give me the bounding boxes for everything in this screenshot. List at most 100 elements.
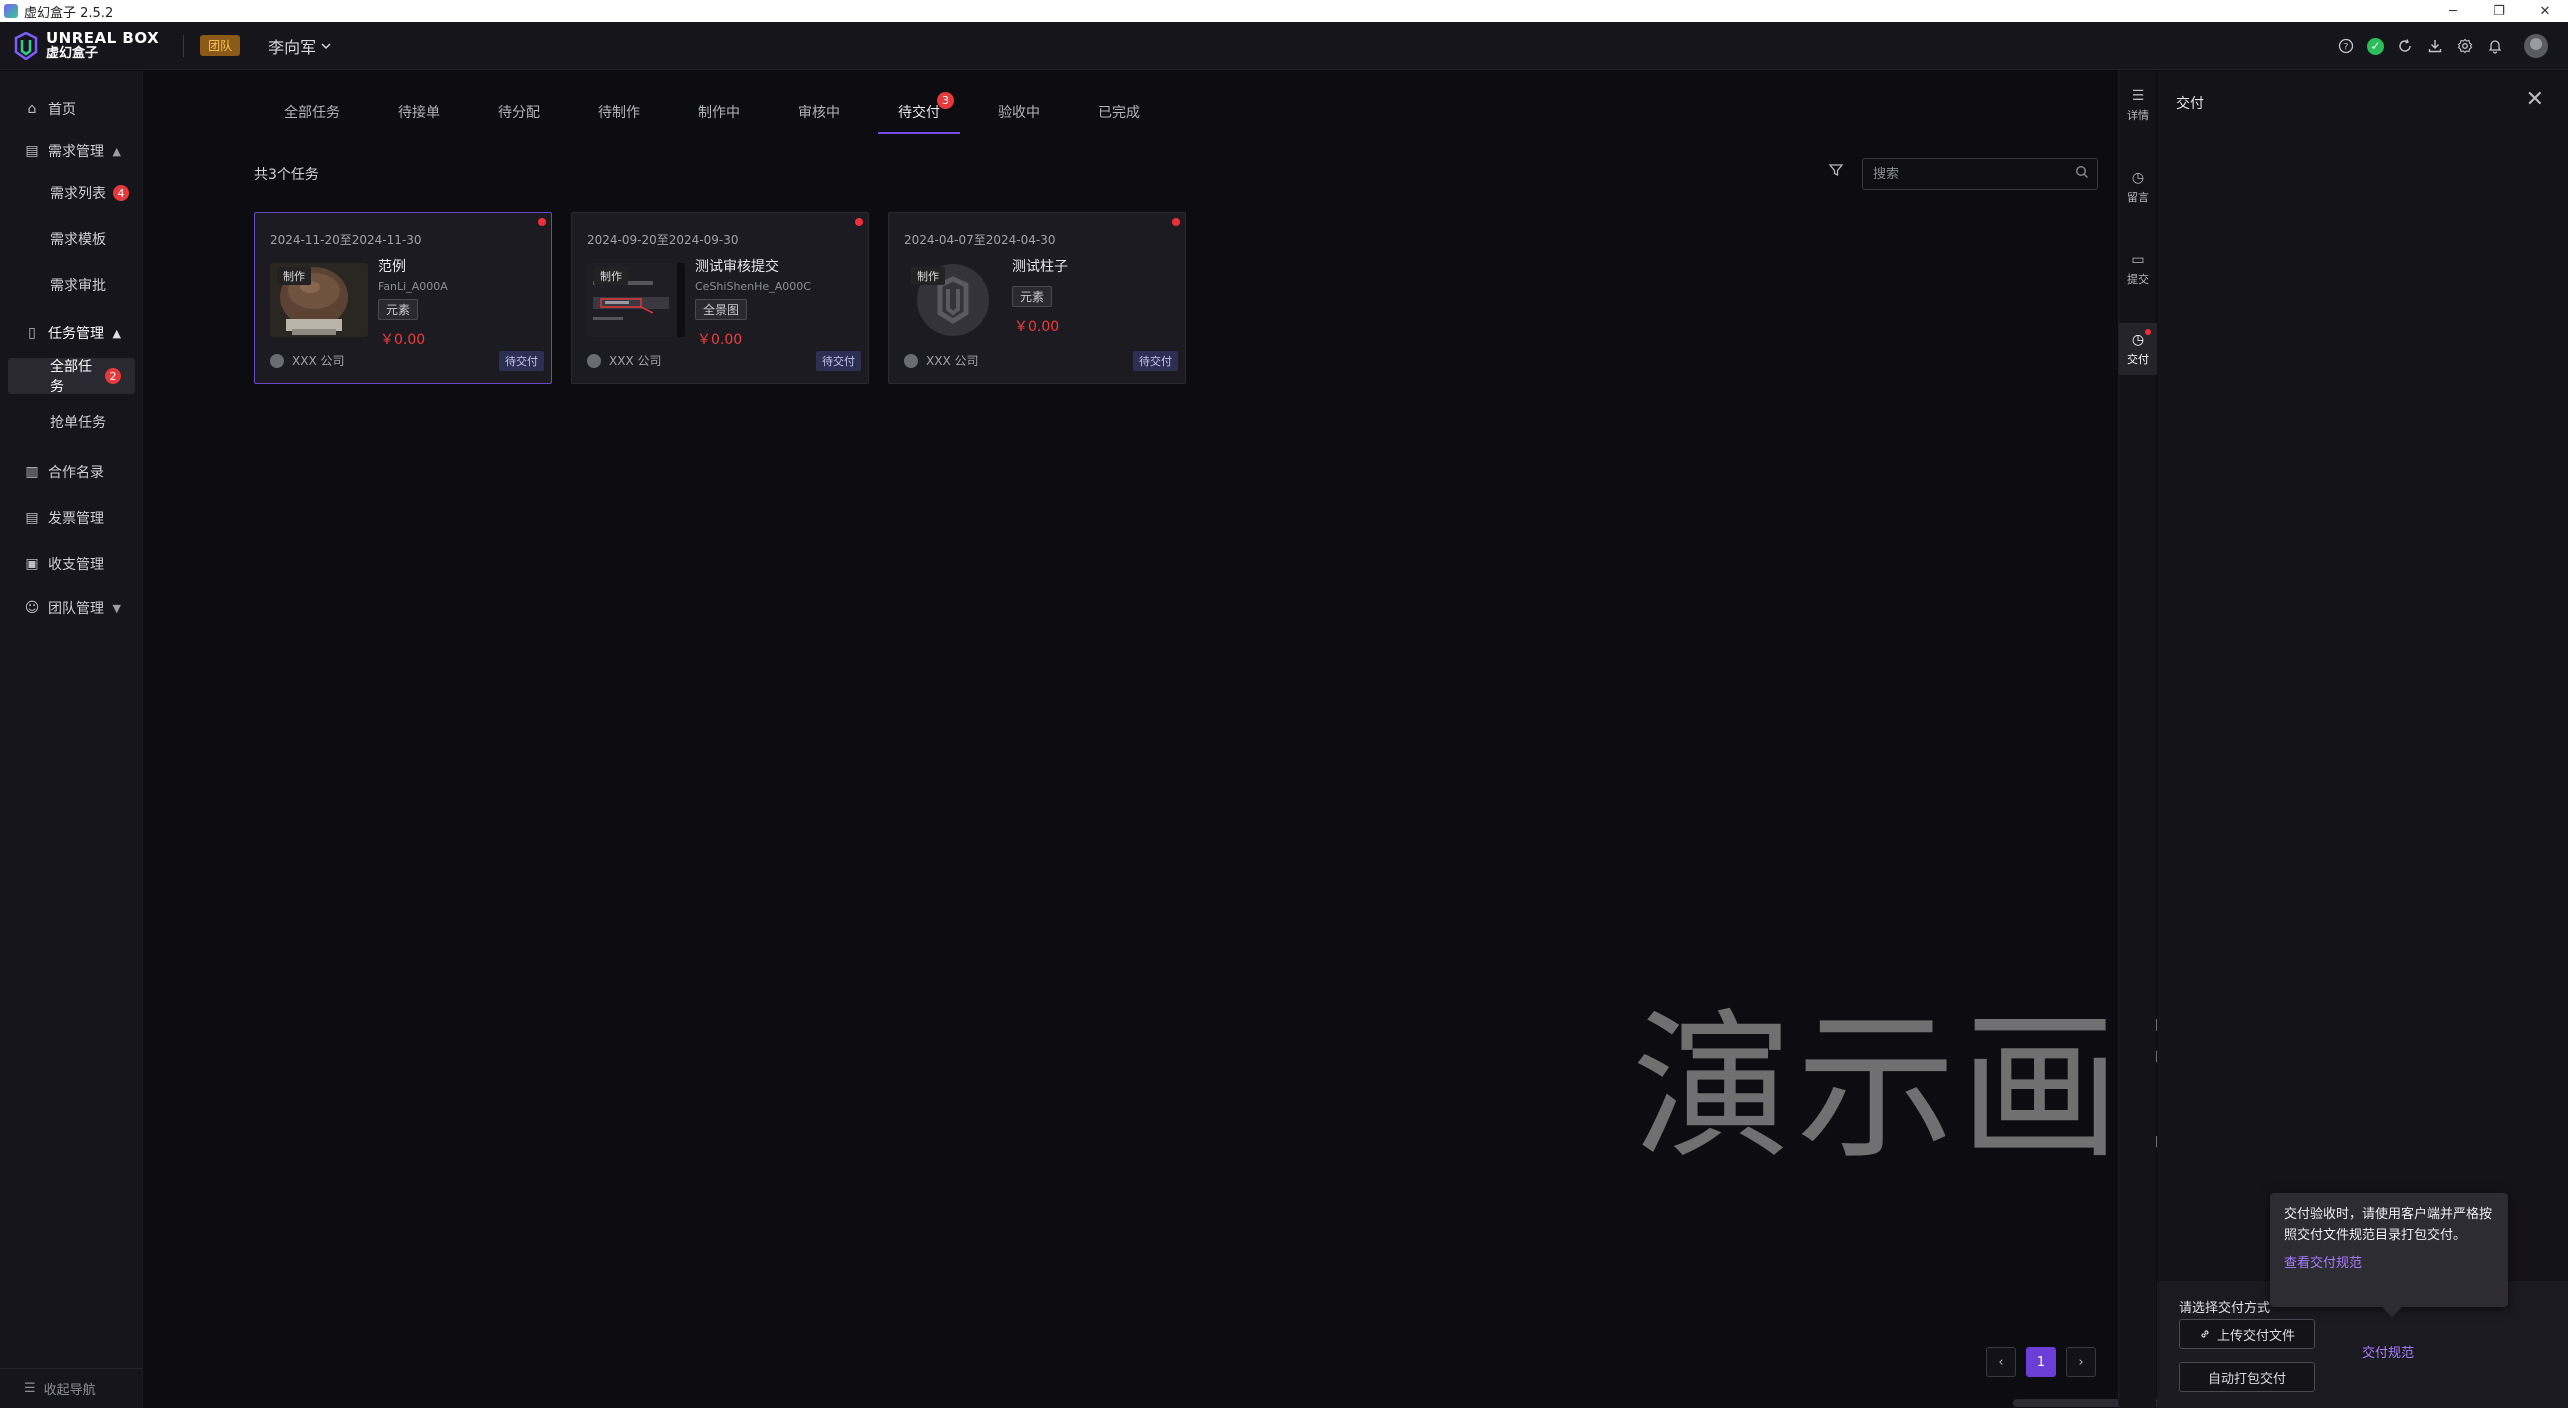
sidebar-item-task-mgmt[interactable]: ▯ 任务管理 ▲ <box>0 315 143 351</box>
task-price: ￥0.00 <box>697 332 743 348</box>
link-icon <box>2201 1330 2209 1338</box>
download-icon[interactable] <box>2426 37 2444 55</box>
tab-pending-accept[interactable]: 待接单 <box>398 90 440 134</box>
upload-deliver-button[interactable]: 上传交付文件 <box>2179 1319 2315 1349</box>
chevron-up-icon: ▲ <box>112 144 121 158</box>
task-card[interactable]: 2024-04-07至2024-04-30 制作 测试柱子 元素 ￥0.00 X… <box>888 212 1186 384</box>
refresh-icon[interactable] <box>2396 37 2414 55</box>
task-kind-tag: 制作 <box>911 267 945 285</box>
view-spec-link[interactable]: 查看交付规范 <box>2284 1252 2494 1271</box>
status-tabs: 全部任务 待接单 待分配 待制作 制作中 审核中 待交付 3 验收中 已完成 <box>256 90 1140 134</box>
status-badge: 待交付 <box>499 351 544 371</box>
sidebar-item-demand-template[interactable]: 需求模板 <box>0 221 143 257</box>
sidebar-item-all-tasks[interactable]: 全部任务 2 <box>8 358 135 395</box>
close-window-button[interactable]: ✕ <box>2522 0 2568 22</box>
unread-dot <box>2145 329 2151 335</box>
search-input[interactable] <box>1863 159 2067 189</box>
chevron-down-icon: ▼ <box>112 601 121 615</box>
drawer-title: 交付 <box>2176 96 2204 112</box>
prev-page-button[interactable]: ‹ <box>1986 1347 2016 1377</box>
window-title: 虚幻盒子 2.5.2 <box>24 5 114 21</box>
unread-dot <box>855 218 863 226</box>
task-code: FanLi_A000A <box>378 280 448 293</box>
sidebar-item-demand-list[interactable]: 需求列表 4 <box>0 175 143 211</box>
rail-message[interactable]: ◷ 留言 <box>2119 161 2157 213</box>
tab-pending-assign[interactable]: 待分配 <box>498 90 540 134</box>
app-icon <box>4 4 18 18</box>
window-controls: ─ ❐ ✕ <box>2430 0 2568 22</box>
tab-in-review[interactable]: 审核中 <box>798 90 840 134</box>
tab-in-production[interactable]: 制作中 <box>698 90 740 134</box>
deliver-method-label: 请选择交付方式 <box>2179 1301 2271 1316</box>
tab-pending-produce[interactable]: 待制作 <box>598 90 640 134</box>
status-badge: 待交付 <box>816 351 861 371</box>
status-ok-icon[interactable]: ✓ <box>2367 37 2384 55</box>
clock-icon: ◷ <box>2131 331 2145 348</box>
tab-pending-delivery[interactable]: 待交付 3 <box>878 90 960 134</box>
sidebar-item-partners[interactable]: ▥ 合作名录 <box>0 454 143 490</box>
sidebar-item-invoice[interactable]: ▤ 发票管理 <box>0 500 143 536</box>
company-avatar <box>587 353 601 368</box>
sidebar-item-home[interactable]: ⌂ 首页 <box>0 91 143 127</box>
task-owner: XXX 公司 <box>270 352 344 369</box>
task-card[interactable]: 2024-09-20至2024-09-30 制作 测试审核提交 CeShiShe… <box>571 212 869 384</box>
count-badge: 4 <box>113 185 129 201</box>
side-rail: ☰ 详情 ◷ 留言 ▭ 提交 ◷ 交付 <box>2118 71 2157 1408</box>
task-kind-tag: 制作 <box>594 267 628 285</box>
task-card[interactable]: 2024-11-20至2024-11-30 制作 范例 FanLi_A000A … <box>254 212 552 384</box>
minimize-button[interactable]: ─ <box>2430 0 2476 22</box>
rail-detail[interactable]: ☰ 详情 <box>2119 79 2157 131</box>
category-tag: 元素 <box>1012 286 1053 307</box>
avatar[interactable] <box>2524 34 2548 58</box>
tab-in-acceptance[interactable]: 验收中 <box>998 90 1040 134</box>
status-badge: 待交付 <box>1133 351 1178 371</box>
home-icon: ⌂ <box>27 101 37 117</box>
user-switcher[interactable]: 李向军 <box>268 34 332 58</box>
collapse-icon: ☰ <box>24 1381 36 1396</box>
sidebar-item-team[interactable]: ☺ 团队管理 ▼ <box>0 590 143 626</box>
sidebar-item-grab-tasks[interactable]: 抢单任务 <box>0 404 143 440</box>
deliver-tip-popover: 交付验收时，请使用客户端并严格按照交付文件规范目录打包交付。 查看交付规范 <box>2270 1193 2508 1307</box>
rail-submit[interactable]: ▭ 提交 <box>2119 243 2157 295</box>
unread-dot <box>538 218 546 226</box>
task-name: 范例 <box>378 259 406 275</box>
users-icon: ☺ <box>24 600 40 616</box>
company-avatar <box>270 353 284 368</box>
logo[interactable]: UNREAL BOX 虚幻盒子 <box>12 30 159 61</box>
page-button-current[interactable]: 1 <box>2026 1347 2056 1377</box>
sidebar-item-demand-approval[interactable]: 需求审批 <box>0 267 143 303</box>
close-icon[interactable]: ✕ <box>2526 87 2544 112</box>
category-tag: 全景图 <box>695 299 748 320</box>
tab-all[interactable]: 全部任务 <box>284 90 340 134</box>
search-icon[interactable] <box>2067 165 2097 183</box>
task-date: 2024-04-07至2024-04-30 <box>904 233 1056 247</box>
app-header: UNREAL BOX 虚幻盒子 团队 李向军 ? ✓ <box>0 22 2568 70</box>
next-page-button[interactable]: › <box>2066 1347 2096 1377</box>
task-name: 测试审核提交 <box>695 259 779 275</box>
list-icon: ☰ <box>2131 87 2145 104</box>
category-tag: 元素 <box>378 299 419 320</box>
bell-icon[interactable] <box>2486 37 2504 55</box>
sidebar: ⌂ 首页 ▤ 需求管理 ▲ 需求列表 4 需求模板 需求审批 ▯ 任务管理 ▲ … <box>0 71 143 1408</box>
task-kind-tag: 制作 <box>277 267 311 285</box>
rail-deliver[interactable]: ◷ 交付 <box>2119 323 2157 375</box>
settings-icon[interactable] <box>2456 37 2474 55</box>
header-divider <box>183 34 185 57</box>
unread-dot <box>1172 218 1180 226</box>
deliver-spec-link[interactable]: 交付规范 <box>2362 1342 2414 1361</box>
filter-icon[interactable] <box>1828 162 1846 180</box>
clock-icon: ◷ <box>2131 169 2145 186</box>
task-date: 2024-09-20至2024-09-30 <box>587 233 739 247</box>
task-count: 共3个任务 <box>254 167 319 183</box>
help-icon[interactable]: ? <box>2337 37 2355 55</box>
task-name: 测试柱子 <box>1012 259 1068 275</box>
restore-button[interactable]: ❐ <box>2476 0 2522 22</box>
search-box <box>1862 158 2098 190</box>
popover-text: 交付验收时，请使用客户端并严格按照交付文件规范目录打包交付。 <box>2284 1207 2493 1243</box>
collapse-nav-button[interactable]: ☰ 收起导航 <box>0 1368 143 1408</box>
sidebar-item-demand-mgmt[interactable]: ▤ 需求管理 ▲ <box>0 133 143 169</box>
sidebar-item-finance[interactable]: ▣ 收支管理 <box>0 546 143 582</box>
tab-completed[interactable]: 已完成 <box>1098 90 1140 134</box>
user-name: 李向军 <box>268 37 317 57</box>
auto-pack-deliver-button[interactable]: 自动打包交付 <box>2179 1362 2315 1392</box>
